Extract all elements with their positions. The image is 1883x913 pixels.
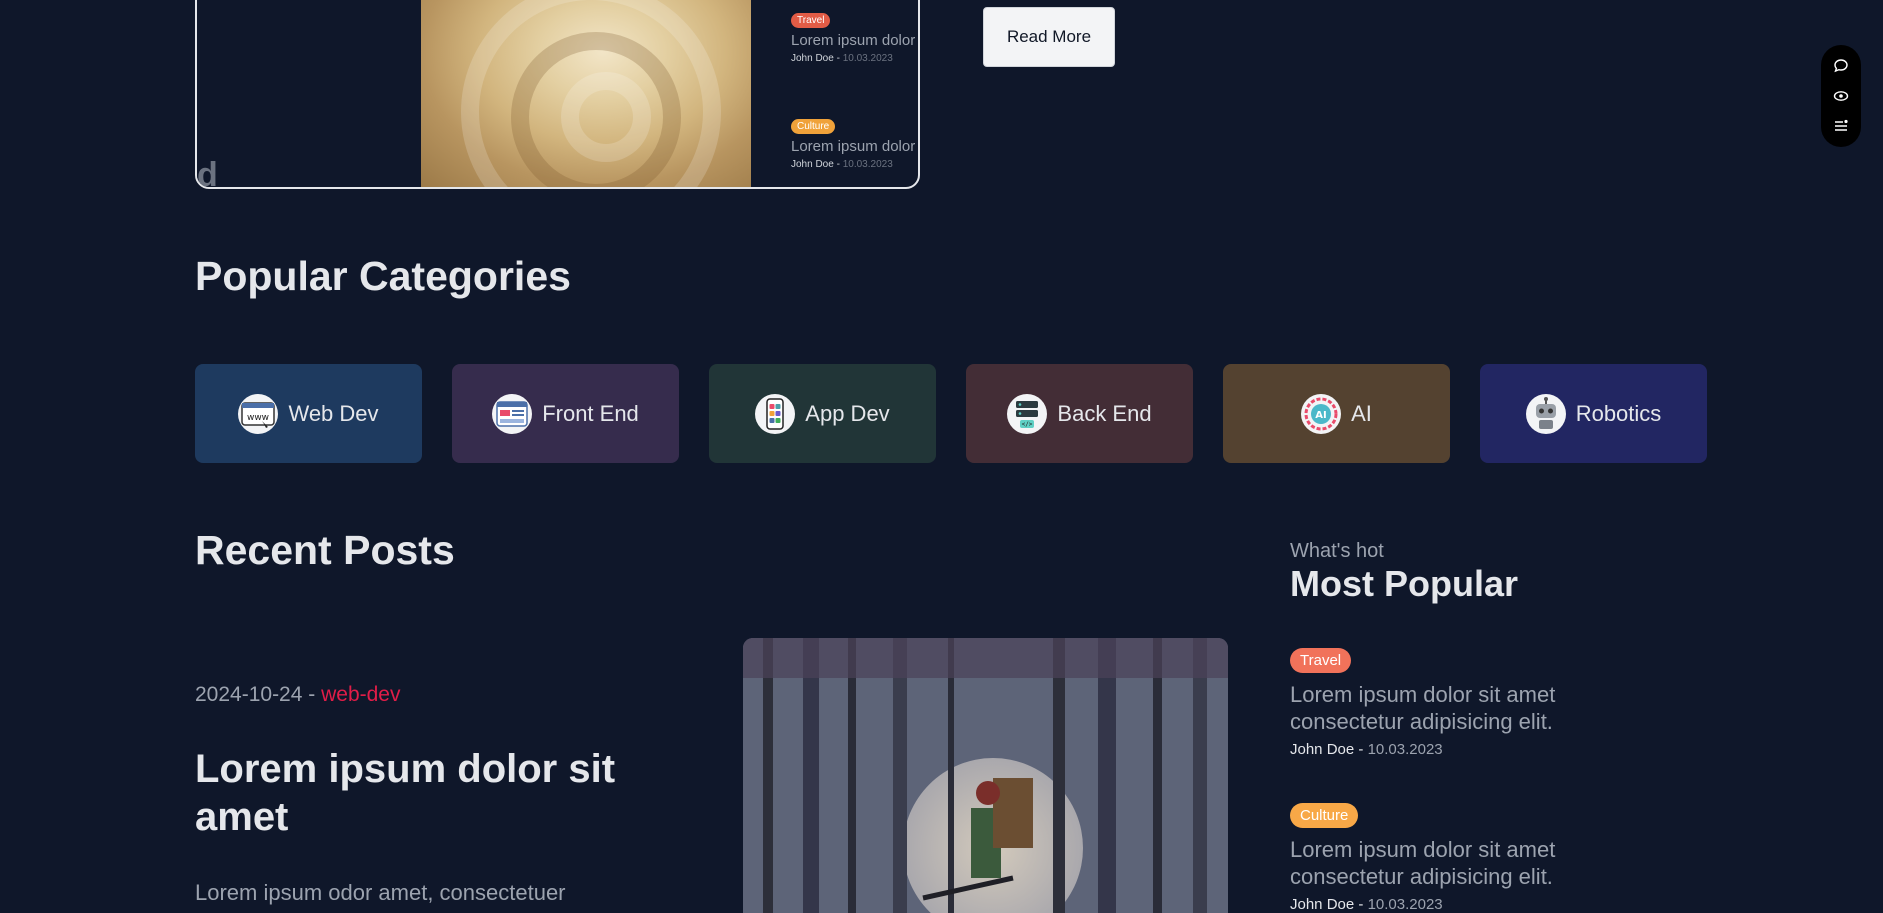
server-icon: </> (1007, 393, 1048, 434)
categories-heading: Popular Categories (195, 253, 571, 299)
list-settings-icon[interactable] (1830, 115, 1852, 137)
author: John Doe (791, 159, 834, 170)
category-web-dev[interactable]: www Web Dev (195, 364, 422, 463)
read-more-button[interactable]: Read More (983, 7, 1115, 67)
category-back-end[interactable]: </> Back End (966, 364, 1193, 463)
category-label: Front End (542, 400, 639, 426)
featured-side-posts: Travel Lorem ipsum dolor sit amet consec… (791, 0, 918, 187)
recent-posts-heading: Recent Posts (195, 527, 455, 573)
category-badge[interactable]: Culture (1290, 803, 1359, 828)
ai-brain-icon: AI (1301, 393, 1342, 434)
featured-text-area: d (197, 0, 421, 187)
popular-post-meta: John Doe - 10.03.2023 (1290, 741, 1443, 758)
popular-post[interactable]: Culture Lorem ipsum dolor sit amet conse… (1290, 803, 1650, 913)
date: 10.03.2023 (842, 53, 893, 64)
most-popular-heading: Most Popular (1290, 563, 1519, 604)
author: John Doe (1290, 741, 1355, 758)
mini-post-meta: John Doe - 10.03.2023 (791, 159, 893, 170)
category-front-end[interactable]: Front End (452, 364, 679, 463)
page: d Travel Lorem ipsum dolor sit amet cons… (0, 0, 1883, 913)
featured-post-card[interactable]: d Travel Lorem ipsum dolor sit amet cons… (195, 0, 920, 189)
whats-hot-label: What's hot (1290, 540, 1384, 562)
post-excerpt: Lorem ipsum odor amet, consectetuer (195, 880, 566, 905)
category-ai[interactable]: AI AI (1223, 364, 1450, 463)
meta-separator: - (302, 683, 322, 706)
popular-post-meta: John Doe - 10.03.2023 (1290, 896, 1443, 913)
category-app-dev[interactable]: App Dev (709, 364, 936, 463)
eye-icon[interactable] (1830, 85, 1852, 107)
category-label: App Dev (805, 400, 890, 426)
mobile-apps-icon (755, 393, 796, 434)
category-label: Robotics (1575, 400, 1662, 426)
popular-post-title[interactable]: Lorem ipsum dolor sit amet consectetur a… (1290, 681, 1650, 735)
date: 10.03.2023 (1367, 741, 1443, 758)
svg-text:AI: AI (1315, 410, 1326, 421)
browser-ui-icon (492, 393, 533, 434)
www-icon: www (238, 393, 279, 434)
svg-text:</>: </> (1022, 421, 1033, 428)
date: 10.03.2023 (842, 159, 893, 170)
author: John Doe (791, 53, 834, 64)
category-label: AI (1351, 400, 1372, 426)
mini-post[interactable]: Travel Lorem ipsum dolor sit amet consec… (791, 10, 918, 64)
popular-post[interactable]: Travel Lorem ipsum dolor sit amet consec… (1290, 648, 1650, 758)
chat-bubble-icon[interactable] (1830, 55, 1852, 77)
floating-toolbar (1821, 45, 1861, 147)
category-badge[interactable]: Travel (791, 13, 831, 28)
category-badge[interactable]: Culture (791, 119, 836, 134)
robot-icon (1525, 393, 1566, 434)
post-date: 2024-10-24 (195, 683, 303, 706)
author: John Doe (1290, 896, 1355, 913)
mini-post[interactable]: Culture Lorem ipsum dolor sit amet conse… (791, 116, 918, 170)
category-robotics[interactable]: Robotics (1480, 364, 1707, 463)
mini-post-meta: John Doe - 10.03.2023 (791, 53, 893, 64)
post-category-link[interactable]: web-dev (321, 683, 400, 706)
post-title[interactable]: Lorem ipsum dolor sit amet (195, 745, 665, 841)
category-label: Web Dev (288, 400, 379, 426)
date: 10.03.2023 (1367, 896, 1443, 913)
svg-text:www: www (247, 413, 269, 423)
categories-list: www Web Dev Front End App Dev </> Back E… (195, 364, 1707, 463)
category-label: Back End (1057, 400, 1152, 426)
featured-image (421, 0, 751, 187)
popular-post-title[interactable]: Lorem ipsum dolor sit amet consectetur a… (1290, 836, 1650, 890)
post-meta: 2024-10-24 - web-dev (195, 683, 400, 707)
post-image[interactable] (743, 638, 1228, 913)
mini-post-title[interactable]: Lorem ipsum dolor sit amet consectetur a… (791, 32, 918, 49)
category-badge[interactable]: Travel (1290, 648, 1352, 673)
featured-title-fragment: d (197, 156, 218, 189)
mini-post-title[interactable]: Lorem ipsum dolor sit amet consectetur a… (791, 138, 918, 155)
